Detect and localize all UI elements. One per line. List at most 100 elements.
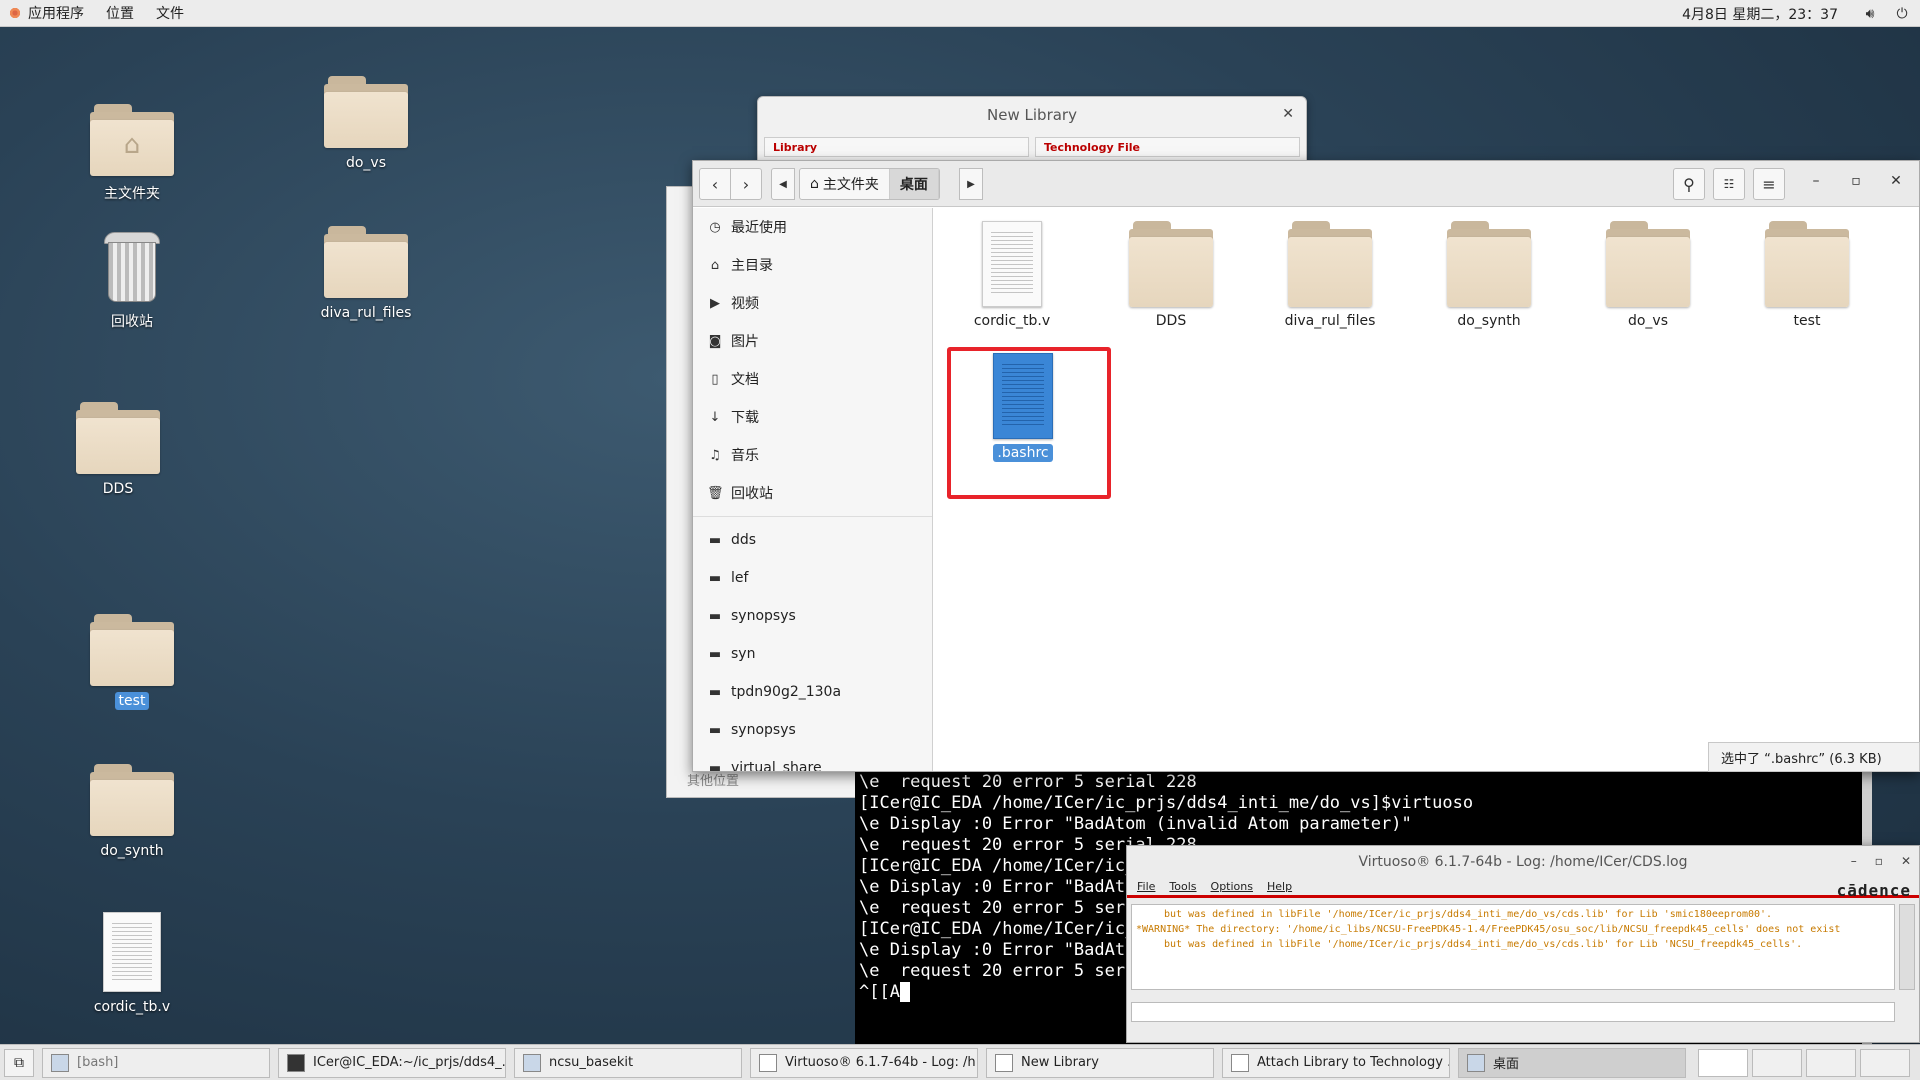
terminal-icon [51,1053,69,1072]
taskbar-label: Attach Library to Technology ... [1257,1055,1450,1070]
view-toggle-button[interactable]: ☷ [1713,168,1745,200]
workspace-2[interactable] [1752,1048,1802,1077]
terminal-line: [ICer@IC_EDA /home/ICer/ic_prjs/dds4_int… [859,793,1474,813]
show-desktop-button[interactable]: ⧉ [4,1048,34,1077]
desktop-trash[interactable]: 回收站 [72,228,192,332]
close-icon[interactable]: ✕ [1886,173,1906,189]
menu-options[interactable]: Options [1211,880,1253,893]
sidebar-item-syn[interactable]: ▬ syn [693,635,932,673]
music-icon: ♫ [709,447,721,463]
workspace-3[interactable] [1806,1048,1856,1077]
taskbar-item-bash[interactable]: [bash] [42,1047,270,1078]
minimize-icon[interactable]: – [1806,173,1826,189]
file-name: diva_rul_files [1284,313,1376,329]
file-name: do_vs [1627,313,1669,329]
menu-places[interactable]: 位置 [106,3,134,23]
file-item[interactable]: cordic_tb.v [937,221,1087,329]
taskbar: ⧉ [bash] ICer@IC_EDA:~/ic_prjs/dds4_... … [0,1044,1920,1080]
workspace-1[interactable] [1698,1048,1748,1077]
sidebar-item-music[interactable]: ♫ 音乐 [693,436,932,474]
sidebar-item-tpdn90g2[interactable]: ▬ tpdn90g2_130a [693,673,932,711]
desktop-test-folder[interactable]: test [72,614,192,710]
minimize-icon[interactable]: – [1851,854,1857,868]
search-button[interactable]: ⚲ [1673,168,1705,200]
menu-tools[interactable]: Tools [1169,880,1196,893]
breadcrumb-desktop[interactable]: 桌面 [889,169,939,199]
sidebar-item-documents[interactable]: ▯ 文档 [693,360,932,398]
taskbar-item-attach-library[interactable]: Attach Library to Technology ... [1222,1047,1450,1078]
sidebar-item-trash[interactable]: 🗑︎ 回收站 [693,474,932,512]
file-item-selected[interactable]: .bashrc [948,353,1098,462]
sidebar-item-virtual-share[interactable]: ▬ virtual_share [693,749,932,771]
terminal-cursor [899,982,911,1002]
workspace-4[interactable] [1860,1048,1910,1077]
file-name: cordic_tb.v [973,313,1051,329]
menu-files[interactable]: 文件 [156,3,184,23]
taskbar-item-virtuoso[interactable]: Virtuoso® 6.1.7-64b - Log: /h... [750,1047,978,1078]
home-icon: ⌂ [710,257,720,273]
file-item[interactable]: do_vs [1573,221,1723,329]
sidebar-item-label: synopsys [731,722,796,738]
desktop-do-synth-folder[interactable]: do_synth [72,764,192,860]
sidebar-item-synopsys-2[interactable]: ▬ synopsys [693,711,932,749]
desktop-cordic-file[interactable]: cordic_tb.v [72,912,192,1016]
taskbar-item-ncsu[interactable]: ncsu_basekit [514,1047,742,1078]
desktop-dds-folder[interactable]: DDS [58,402,178,498]
file-item[interactable]: DDS [1096,221,1246,329]
close-icon[interactable]: ✕ [1282,106,1294,122]
tab-library[interactable]: Library [764,137,1029,157]
file-name: test [1793,313,1821,329]
desktop-label: test [114,692,150,710]
maximize-icon[interactable]: ▫ [1846,173,1866,189]
sidebar-item-label: 最近使用 [731,220,787,236]
desktop-label: cordic_tb.v [93,999,171,1015]
log-output[interactable]: but was defined in libFile '/home/ICer/i… [1131,904,1895,990]
clock[interactable]: 4月8日 星期二，23：37 [1682,4,1838,24]
command-input[interactable] [1131,1002,1895,1022]
menu-button[interactable]: ≡ [1753,168,1785,200]
path-scroll-right[interactable]: ▶ [959,168,983,200]
desktop-label: 主文件夹 [104,186,160,202]
tab-technology-file[interactable]: Technology File [1035,137,1300,157]
desktop-label: do_vs [345,155,387,171]
file-item[interactable]: test [1732,221,1882,329]
sidebar-item-recent[interactable]: ◷ 最近使用 [693,208,932,246]
path-scroll-left[interactable]: ◀ [771,168,795,200]
file-name: do_synth [1457,313,1521,329]
menu-help[interactable]: Help [1267,880,1292,893]
virtuoso-title: Virtuoso® 6.1.7-64b - Log: /home/ICer/CD… [1358,854,1688,870]
sidebar-item-synopsys[interactable]: ▬ synopsys [693,597,932,635]
home-icon: ⌂ [810,176,819,192]
taskbar-item-new-library[interactable]: New Library [986,1047,1214,1078]
taskbar-item-terminal[interactable]: ICer@IC_EDA:~/ic_prjs/dds4_... [278,1047,506,1078]
file-item[interactable]: do_synth [1414,221,1564,329]
close-icon[interactable]: ✕ [1901,854,1911,868]
desktop-do-vs-folder[interactable]: do_vs [306,76,426,172]
sidebar-item-pictures[interactable]: ◙ 图片 [693,322,932,360]
sidebar-item-dds[interactable]: ▬ dds [693,521,932,559]
folder-icon [90,764,174,836]
desktop-home-folder[interactable]: ⌂ 主文件夹 [72,104,192,204]
status-text: 选中了 “.bashrc” (6.3 KB) [1721,751,1882,767]
sidebar-item-lef[interactable]: ▬ lef [693,559,932,597]
maximize-icon[interactable]: ▫ [1875,854,1883,868]
taskbar-item-desktop[interactable]: 桌面 [1458,1047,1686,1078]
menu-file[interactable]: File [1137,880,1155,893]
breadcrumb-home[interactable]: ⌂ 主文件夹 [800,169,890,199]
volume-icon[interactable]: 🔊︎ [1862,6,1878,22]
sidebar-item-downloads[interactable]: ↓ 下载 [693,398,932,436]
desktop-diva-folder[interactable]: diva_rul_files [306,226,426,322]
sidebar-item-label: 回收站 [731,486,773,502]
sidebar-item-home[interactable]: ⌂ 主目录 [693,246,932,284]
power-icon[interactable]: ⏻ [1894,6,1910,22]
file-name: DDS [1155,313,1187,329]
back-button[interactable]: ‹ [699,168,731,200]
menu-applications[interactable]: 应用程序 [28,3,84,23]
folder-icon [1447,221,1531,307]
other-locations[interactable]: 其他位置 [687,770,739,789]
log-scrollbar[interactable] [1899,904,1915,990]
forward-button[interactable]: › [730,168,762,200]
video-icon: ▶ [710,295,720,311]
file-item[interactable]: diva_rul_files [1255,221,1405,329]
sidebar-item-videos[interactable]: ▶ 视频 [693,284,932,322]
